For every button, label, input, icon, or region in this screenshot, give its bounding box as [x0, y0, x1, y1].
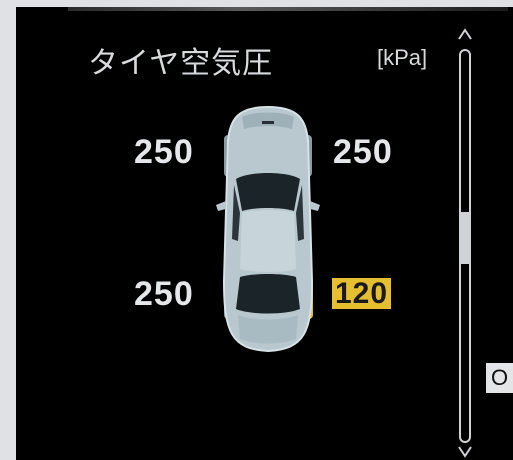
tire-pressure-front-left: 250	[134, 133, 194, 171]
display-frame: タイヤ空気圧 [kPa] 250 250 250 120 O	[0, 0, 513, 460]
top-bezel-glare	[68, 7, 508, 11]
tire-pressure-screen: タイヤ空気圧 [kPa] 250 250 250 120 O	[16, 7, 513, 460]
chevron-down-icon[interactable]	[457, 445, 473, 459]
tire-pressure-front-right: 250	[333, 133, 393, 171]
page-title: タイヤ空気圧	[88, 46, 274, 81]
tire-pressure-rear-right-warning: 120	[332, 278, 392, 309]
vertical-scrollbar[interactable]	[450, 25, 480, 460]
pressure-unit-label: [kPa]	[377, 45, 428, 70]
tire-pressure-rear-left: 250	[134, 275, 194, 313]
car-top-view-icon	[216, 105, 320, 353]
side-tab-button[interactable]: O	[486, 363, 513, 393]
scrollbar-thumb[interactable]	[461, 212, 469, 264]
chevron-up-icon[interactable]	[457, 27, 473, 41]
